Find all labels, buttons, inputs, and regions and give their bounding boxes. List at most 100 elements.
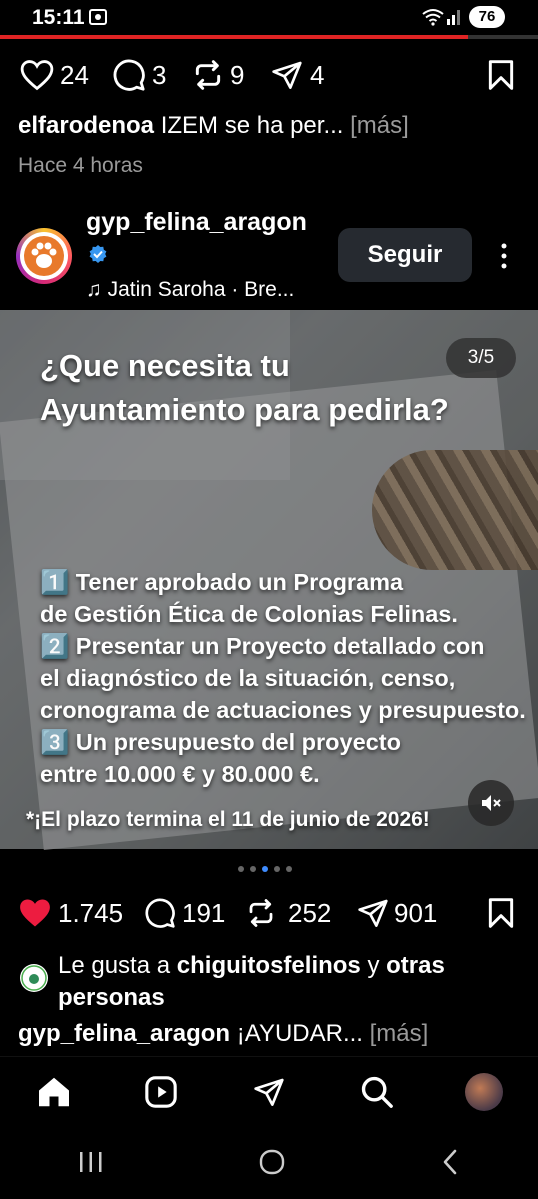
carousel-dot: [250, 866, 256, 872]
status-time: 15:11: [32, 6, 85, 29]
save-button[interactable]: [486, 897, 516, 929]
repost-button[interactable]: 9: [192, 59, 244, 91]
nav-home[interactable]: [26, 1064, 82, 1120]
send-icon: [272, 61, 302, 89]
home-icon: [38, 1077, 69, 1107]
post-image-body-line: 1️⃣ Tener aprobado un Programa: [40, 569, 404, 595]
progress-bar-fill: [0, 35, 469, 39]
post-image-title-line: ¿Que necesita tu: [40, 348, 290, 383]
save-button[interactable]: [486, 59, 516, 91]
like-count: 1.745: [58, 897, 124, 928]
previous-post-time: Hace 4 horas: [18, 154, 143, 177]
avatar-image: [20, 232, 68, 280]
liked-by-user[interactable]: chiguitosfelinos: [177, 952, 361, 979]
reels-icon: [145, 1076, 178, 1108]
liked-by-prefix: Le gusta a: [58, 952, 171, 979]
home-circle-icon: [259, 1149, 285, 1175]
share-button[interactable]: 901: [356, 897, 437, 929]
status-bar: 15:11 76: [0, 0, 538, 36]
nav-messages[interactable]: [241, 1064, 297, 1120]
share-button[interactable]: 4: [270, 59, 324, 91]
avatar[interactable]: [16, 228, 72, 284]
comment-count: 3: [152, 59, 167, 90]
carousel-dot: [274, 866, 280, 872]
heart-icon: [20, 60, 54, 91]
more-link[interactable]: [más]: [350, 112, 409, 139]
home-system-button[interactable]: [258, 1148, 286, 1181]
post-caption-username[interactable]: gyp_felina_aragon: [18, 1020, 230, 1047]
battery-indicator: 76: [469, 6, 505, 28]
like-button[interactable]: 24: [20, 59, 89, 91]
carousel-counter: 3/5: [446, 338, 516, 378]
previous-post-caption[interactable]: elfarodenoa IZEM se ha per... [más]: [18, 112, 409, 140]
post-caption[interactable]: gyp_felina_aragon ¡AYUDAR... [más]: [18, 1020, 428, 1048]
post-image-footnote: *¡El plazo termina el 11 de junio de 202…: [26, 808, 430, 831]
system-nav: [0, 1130, 538, 1199]
paw-logo-icon: [24, 236, 64, 276]
previous-post-caption-text: IZEM se ha per...: [160, 112, 344, 139]
liked-by-avatar[interactable]: [20, 964, 48, 992]
more-link[interactable]: [más]: [370, 1020, 429, 1047]
repost-count: 9: [230, 59, 245, 90]
comment-icon: [113, 59, 145, 91]
post-image-body-line: el diagnóstico de la situación, censo,: [40, 665, 456, 691]
nav-search[interactable]: [349, 1064, 405, 1120]
screen-record-icon: [88, 7, 108, 32]
back-chevron-icon: [444, 1149, 457, 1175]
carousel-dots: [238, 866, 292, 872]
verified-badge-icon: [88, 244, 108, 269]
bookmark-icon: [488, 898, 514, 928]
recents-button[interactable]: [77, 1150, 105, 1179]
comment-icon: [145, 898, 175, 928]
back-button[interactable]: [439, 1148, 461, 1181]
comment-button[interactable]: 191: [144, 897, 225, 929]
carousel-dot: [286, 866, 292, 872]
post-caption-text: ¡AYUDAR...: [236, 1020, 363, 1047]
share-count: 901: [394, 897, 438, 928]
repost-icon: [195, 60, 221, 90]
wifi-icon: [422, 8, 444, 31]
post-actions: 1.745 191 252 901: [0, 890, 538, 936]
like-count: 24: [60, 59, 89, 90]
progress-bar: [0, 35, 538, 39]
previous-post-username[interactable]: elfarodenoa: [18, 112, 154, 139]
music-note-icon: ♫: [86, 278, 102, 301]
previous-post-actions: 24 3 9 4: [0, 52, 538, 98]
comment-button[interactable]: 3: [112, 58, 166, 92]
post-image-body-line: 2️⃣ Presentar un Proyecto detallado con: [40, 633, 485, 659]
liked-by-text: Le gusta a chiguitosfelinos y otras pers…: [58, 950, 528, 1014]
liked-by-joiner: y: [367, 952, 380, 979]
post-image-title-line: Ayuntamiento para pedirla?: [40, 392, 449, 427]
post-username[interactable]: gyp_felina_aragon: [86, 208, 307, 237]
liked-by-others-line2[interactable]: personas: [58, 984, 165, 1011]
like-button[interactable]: 1.745: [18, 897, 123, 929]
follow-button[interactable]: Seguir: [338, 228, 472, 282]
mute-button[interactable]: [468, 780, 514, 826]
repost-icon: [249, 899, 273, 927]
bottom-nav: [0, 1056, 538, 1127]
nav-reels[interactable]: [133, 1064, 189, 1120]
share-count: 4: [310, 59, 325, 90]
audio-track[interactable]: ♫ Jatin Saroha · Bre...: [86, 278, 294, 302]
comment-count: 191: [182, 897, 226, 928]
audio-track-label: Jatin Saroha · Bre...: [107, 278, 295, 301]
post-image-body-line: entre 10.000 € y 80.000 €.: [40, 761, 320, 787]
post-image-body-line: cronograma de actuaciones y presupuesto.: [40, 697, 526, 723]
carousel-dot-active: [262, 866, 268, 872]
send-icon: [254, 1078, 284, 1106]
nav-profile[interactable]: [456, 1064, 512, 1120]
cat-logo-icon: [21, 965, 47, 991]
post-image-title: ¿Que necesita tu Ayuntamiento para pedir…: [40, 344, 449, 432]
repost-count: 252: [288, 897, 332, 928]
post-image-body-line: de Gestión Ética de Colonias Felinas.: [40, 601, 458, 627]
post-image-body-line: 3️⃣ Un presupuesto del proyecto: [40, 729, 401, 755]
more-options-icon[interactable]: [497, 240, 511, 277]
recents-icon: [79, 1152, 102, 1172]
post-image-body: 1️⃣ Tener aprobado un Programa de Gestió…: [40, 566, 526, 790]
bookmark-icon: [488, 60, 514, 90]
liked-by-others[interactable]: otras: [386, 952, 445, 979]
profile-avatar: [465, 1073, 504, 1111]
search-icon: [361, 1076, 393, 1108]
repost-button[interactable]: 252: [246, 898, 331, 929]
carousel-dot: [238, 866, 244, 872]
